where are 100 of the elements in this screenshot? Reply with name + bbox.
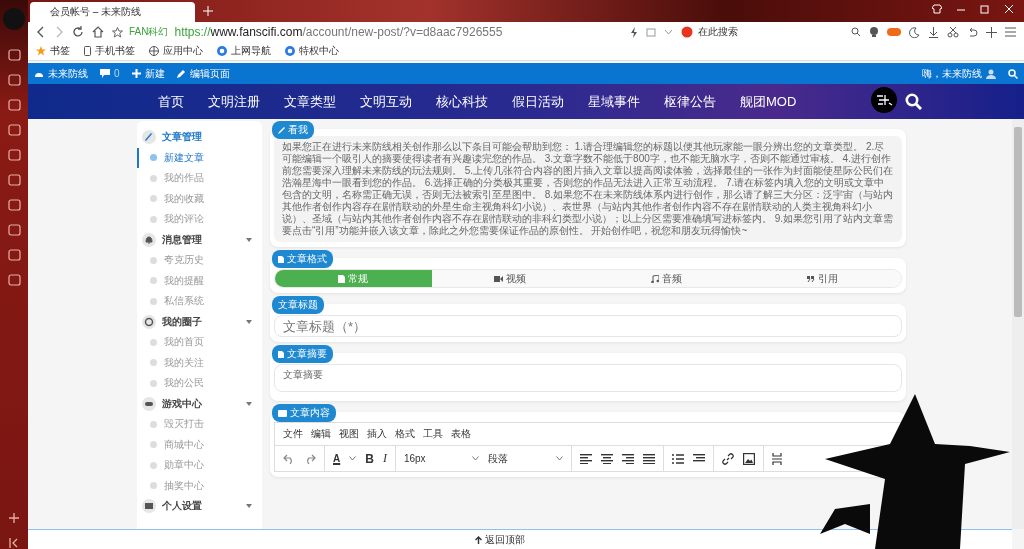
bookmark-item[interactable]: 上网导航 <box>217 44 271 58</box>
close-icon <box>1004 4 1014 14</box>
new-tab-icon <box>203 6 213 16</box>
menu-group-header[interactable]: 游戏中心 <box>137 393 262 414</box>
bookmark-item[interactable]: 应用中心 <box>149 44 203 58</box>
bookmark-item[interactable]: 特权中心 <box>285 44 339 58</box>
nav-link[interactable]: 文明注册 <box>196 92 272 111</box>
block-format-select[interactable]: 段落 <box>487 451 563 466</box>
back-icon <box>36 26 46 38</box>
undo-button[interactable] <box>283 453 295 464</box>
browser-tab[interactable]: 会员帐号 – 未来防线 <box>30 2 195 22</box>
editor-menu-item[interactable]: 插入 <box>367 427 387 441</box>
italic-button[interactable]: I <box>382 451 387 466</box>
item-icon <box>149 419 158 429</box>
keyboard-icon <box>278 409 287 417</box>
editor-menu-item[interactable]: 文件 <box>283 427 303 441</box>
phone-icon <box>84 46 91 56</box>
bold-button[interactable]: B <box>365 451 374 466</box>
align-center-button[interactable] <box>600 453 613 464</box>
back-to-top-button[interactable]: 返回顶部 <box>469 531 531 548</box>
align-right-button[interactable] <box>621 453 634 464</box>
align-center-icon <box>600 453 613 464</box>
align-left-icon <box>579 453 592 464</box>
font-size-select[interactable]: 16px <box>403 453 479 464</box>
section-badge: 文章内容 <box>272 404 336 422</box>
nav-link[interactable]: 舰团MOD <box>728 92 809 111</box>
menu-group-header[interactable]: 文章管理 <box>137 127 262 148</box>
editor-menu-item[interactable]: 格式 <box>395 427 415 441</box>
quote-icon <box>807 275 816 282</box>
restore-icon <box>980 4 990 14</box>
undo-icon <box>283 453 295 464</box>
collapse-icon <box>8 537 20 549</box>
menu-group-header[interactable]: 个人设置 <box>137 496 262 517</box>
caret-icon <box>246 504 252 509</box>
image-button[interactable] <box>742 452 755 465</box>
editor-menu-item[interactable]: 工具 <box>423 427 443 441</box>
shirt-icon <box>932 4 942 14</box>
lightbulb-icon <box>869 26 879 38</box>
plus-icon <box>986 26 997 38</box>
text-color-button[interactable]: A <box>333 453 341 464</box>
greeting-link[interactable]: 嗨，未来防线 <box>922 66 996 81</box>
lightning-icon <box>630 26 638 38</box>
scrollbar[interactable] <box>1012 119 1024 529</box>
menu-group-header[interactable]: 消息管理 <box>137 229 262 250</box>
summary-field[interactable]: 文章摘要 <box>274 364 902 392</box>
format-option[interactable]: 引用 <box>744 270 901 287</box>
bookmark-item[interactable]: 书签 <box>36 44 70 58</box>
nav-link[interactable]: 文明互动 <box>348 92 424 111</box>
new-link[interactable]: 新建 <box>131 66 165 81</box>
align-left-button[interactable] <box>579 453 592 464</box>
item-icon <box>149 255 158 265</box>
page-break-button[interactable] <box>771 452 782 465</box>
link-button[interactable] <box>721 452 734 465</box>
redo-icon <box>304 453 316 464</box>
group-icon <box>142 130 156 145</box>
caret-icon <box>246 319 252 324</box>
editor-menu-item[interactable]: 表格 <box>451 427 471 441</box>
menu-item[interactable]: 新建文章 <box>137 147 262 168</box>
bullet-list-button[interactable] <box>671 453 684 464</box>
format-option[interactable]: 视频 <box>431 270 588 287</box>
q-logo-icon <box>217 46 227 56</box>
site-link[interactable]: 未来防线 <box>34 66 88 81</box>
chevron-down-icon <box>664 29 673 35</box>
nav-link[interactable]: 假日活动 <box>500 92 576 111</box>
justify-button[interactable] <box>642 453 655 464</box>
numbered-list-button[interactable] <box>692 453 705 464</box>
group-icon <box>142 232 156 247</box>
menu-icon <box>1005 27 1016 37</box>
group-icon <box>142 499 156 514</box>
caret-icon <box>246 237 252 242</box>
redo-button[interactable] <box>304 453 316 464</box>
caret-icon <box>246 401 252 406</box>
brush-icon <box>278 126 285 134</box>
search-engine-icon <box>681 26 693 38</box>
gamepad-icon <box>887 27 901 37</box>
justify-icon <box>642 453 655 464</box>
page-break-icon <box>771 452 782 465</box>
nav-link[interactable]: 首页 <box>146 92 196 111</box>
star-outline-icon <box>112 26 123 38</box>
nav-link[interactable]: 枢律公告 <box>652 92 728 111</box>
editor-menu-item[interactable]: 编辑 <box>311 427 331 441</box>
nav-link[interactable]: 文章类型 <box>272 92 348 111</box>
bookmark-item[interactable]: 手机书签 <box>84 44 135 58</box>
editor-menu-item[interactable]: 视图 <box>339 427 359 441</box>
logo-icon <box>871 86 898 113</box>
nav-link[interactable]: 核心科技 <box>424 92 500 111</box>
title-field[interactable]: 文章标题（*） <box>274 315 902 337</box>
align-right-icon <box>621 453 634 464</box>
format-option[interactable]: 音频 <box>588 270 745 287</box>
link-icon <box>721 452 734 465</box>
edit-page-link[interactable]: 编辑页面 <box>176 66 230 81</box>
music-note-icon <box>650 274 659 283</box>
section-badge: 文章标题 <box>272 296 324 314</box>
chevron-down-icon <box>349 456 357 461</box>
search-field[interactable]: 在此搜索 <box>698 25 846 39</box>
url-text[interactable]: https://www.fanscifi.com/account/new-post/?v=d8aac7926555 <box>174 25 503 39</box>
menu-group-header[interactable]: 我的圈子 <box>137 311 262 332</box>
user-icon <box>986 68 996 79</box>
group-icon <box>142 314 156 329</box>
nav-link[interactable]: 星域事件 <box>576 92 652 111</box>
